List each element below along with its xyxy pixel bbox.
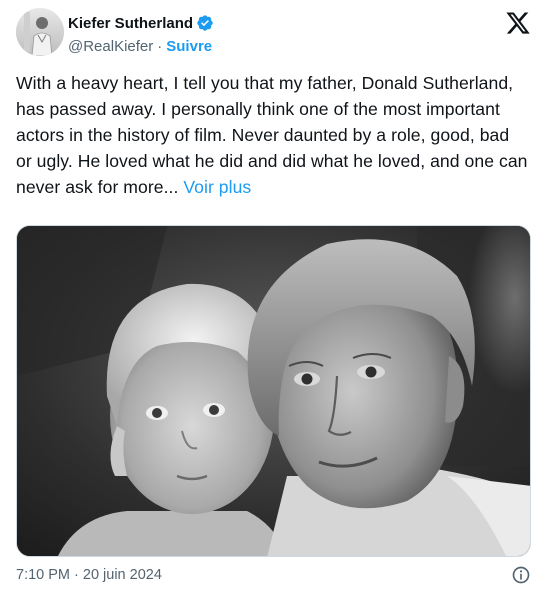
tweet-header: Kiefer Sutherland @RealKiefer · Suivre (16, 8, 531, 58)
photo-image (17, 226, 530, 556)
tweet-photo[interactable] (16, 225, 531, 557)
handle-row: @RealKiefer · Suivre (68, 36, 418, 56)
see-more-link[interactable]: Voir plus (183, 177, 251, 197)
tweet-footer: 7:10 PM · 20 juin 2024 (16, 565, 531, 589)
tweet-embed-card: Kiefer Sutherland @RealKiefer · Suivre W… (0, 0, 543, 590)
avatar-image (16, 8, 64, 56)
display-name[interactable]: Kiefer Sutherland (68, 15, 193, 32)
info-icon[interactable] (511, 565, 531, 585)
verified-badge-icon (196, 14, 214, 32)
tweet-body: With a heavy heart, I tell you that my f… (16, 73, 528, 197)
handle-separator: · (157, 37, 163, 55)
timestamp[interactable]: 7:10 PM · 20 juin 2024 (16, 567, 162, 583)
follow-button[interactable]: Suivre (166, 38, 212, 55)
x-logo-icon[interactable] (505, 10, 531, 36)
display-name-row: Kiefer Sutherland (68, 13, 418, 33)
avatar[interactable] (16, 8, 64, 56)
user-handle[interactable]: @RealKiefer (68, 38, 153, 55)
tweet-text: With a heavy heart, I tell you that my f… (16, 70, 528, 200)
user-info: Kiefer Sutherland @RealKiefer · Suivre (68, 13, 418, 56)
